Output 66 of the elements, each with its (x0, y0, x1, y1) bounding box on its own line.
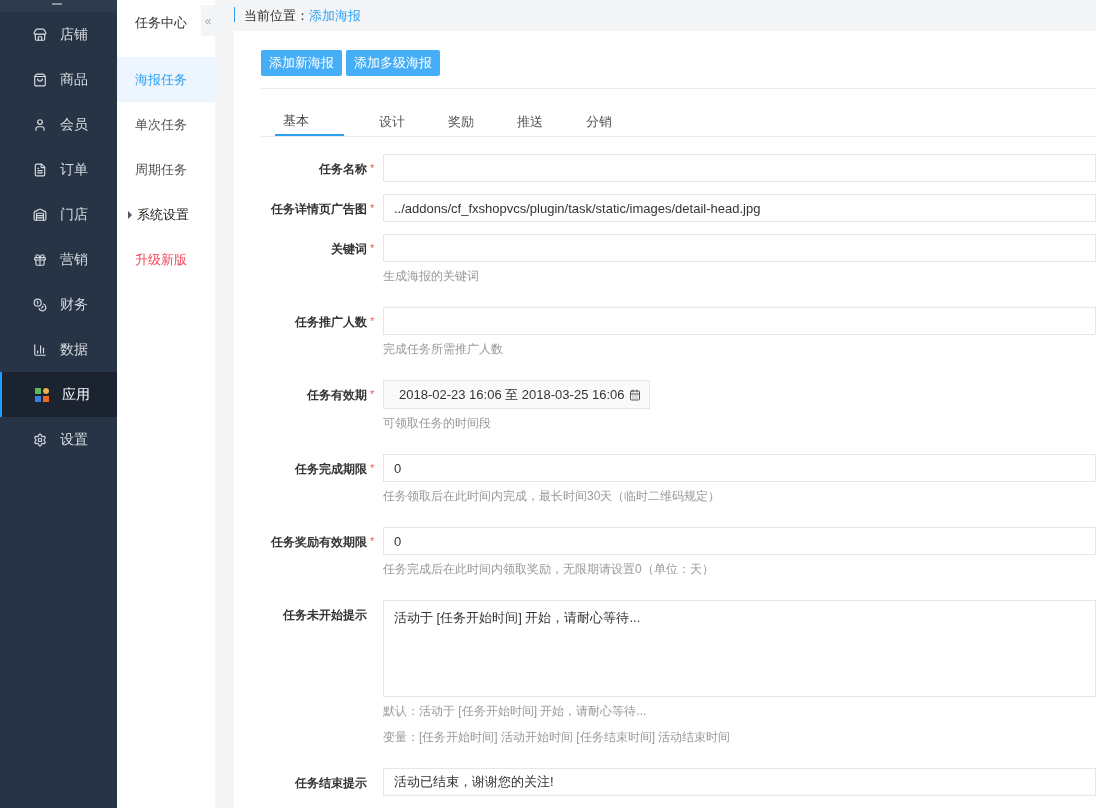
nav-item[interactable]: 设置 (0, 417, 117, 462)
nav-item[interactable]: 订单 (0, 147, 117, 192)
sub-nav-item[interactable]: 升级新版 (117, 237, 215, 282)
field-label: 任务推广人数 (295, 314, 367, 331)
document-icon (33, 162, 47, 177)
caret-icon (128, 210, 132, 219)
settings-icon (33, 432, 47, 447)
input-field[interactable] (383, 154, 1096, 182)
field-label: 任务完成期限 (295, 461, 367, 478)
field-label: 任务结束提示 (295, 775, 367, 792)
help-text: 变量：[任务开始时间] 活动开始时间 [任务结束时间] 活动结束时间 (383, 729, 732, 746)
date-range-field[interactable]: 2018-02-23 16:06 至 2018-03-25 16:06 (383, 380, 650, 409)
help-text: 生成海报的关键词 (383, 268, 480, 285)
nav-item[interactable]: 会员 (0, 102, 117, 147)
tab[interactable]: 推送 (509, 107, 578, 136)
field-label: 任务名称 (319, 161, 367, 178)
tab[interactable]: 设计 (371, 107, 440, 136)
field-label: 任务有效期 (307, 387, 367, 404)
input-field[interactable] (383, 307, 1096, 335)
shop-icon (33, 207, 47, 222)
bag-icon (33, 72, 47, 87)
input-field[interactable]: 0 (383, 527, 1096, 555)
nav-item[interactable]: 店铺 (0, 12, 117, 57)
field-label: 任务奖励有效期限 (271, 534, 367, 551)
help-text: 可领取任务的时间段 (383, 415, 492, 432)
input-field[interactable]: 活动已结束，谢谢您的关注! (383, 768, 1096, 796)
breadcrumb-label: 当前位置： (244, 6, 309, 25)
required-mark: * (370, 461, 375, 476)
field-label: 任务未开始提示 (283, 607, 367, 624)
help-text: 任务领取后在此时间内完成，最长时间30天（临时二维码规定） (383, 488, 722, 505)
gift-icon (33, 252, 47, 267)
required-mark: * (370, 241, 375, 256)
help-text: 完成任务所需推广人数 (383, 341, 504, 358)
field-label: 任务详情页广告图 (271, 201, 367, 218)
textarea-field[interactable]: 活动于 [任务开始时间] 开始，请耐心等待... (383, 600, 1096, 697)
tab[interactable]: 分销 (578, 107, 647, 136)
nav-item[interactable]: 数据 (0, 327, 117, 372)
tab[interactable]: 奖励 (440, 107, 509, 136)
nav-item[interactable]: 财务 (0, 282, 117, 327)
sub-nav-item[interactable]: 周期任务 (117, 147, 215, 192)
help-text: 任务完成后在此时间内领取奖励，无限期请设置0（单位：天） (383, 561, 715, 578)
user-icon (33, 117, 47, 132)
field-label: 关键词 (331, 241, 367, 258)
sub-sidebar-title: 任务中心 (135, 14, 187, 32)
coins-icon (33, 297, 47, 312)
nav-item[interactable]: 营销 (0, 237, 117, 282)
required-mark: * (370, 161, 375, 176)
input-field[interactable]: ../addons/cf_fxshopvcs/plugin/task/static/images/detail-head.jpg (383, 194, 1096, 222)
required-mark: * (370, 201, 375, 216)
required-mark: * (370, 534, 375, 549)
nav-item[interactable]: 商品 (0, 57, 117, 102)
nav-item[interactable]: 应用 (0, 372, 117, 417)
help-text: 默认：活动于 [任务开始时间] 开始，请耐心等待... (383, 703, 648, 720)
calendar-icon (628, 388, 641, 401)
input-field[interactable] (383, 234, 1096, 262)
required-mark: * (370, 314, 375, 329)
store-icon (33, 27, 47, 42)
bar-chart-icon (33, 342, 47, 357)
tab[interactable]: 基本 (275, 107, 344, 136)
sub-nav-item[interactable]: 单次任务 (117, 102, 215, 147)
collapse-handle-icon (51, 3, 62, 5)
sub-nav-item[interactable]: 系统设置 (117, 192, 215, 237)
input-field[interactable]: 0 (383, 454, 1096, 482)
apps-icon (35, 387, 49, 402)
nav-item[interactable]: 门店 (0, 192, 117, 237)
required-mark: * (370, 387, 375, 402)
